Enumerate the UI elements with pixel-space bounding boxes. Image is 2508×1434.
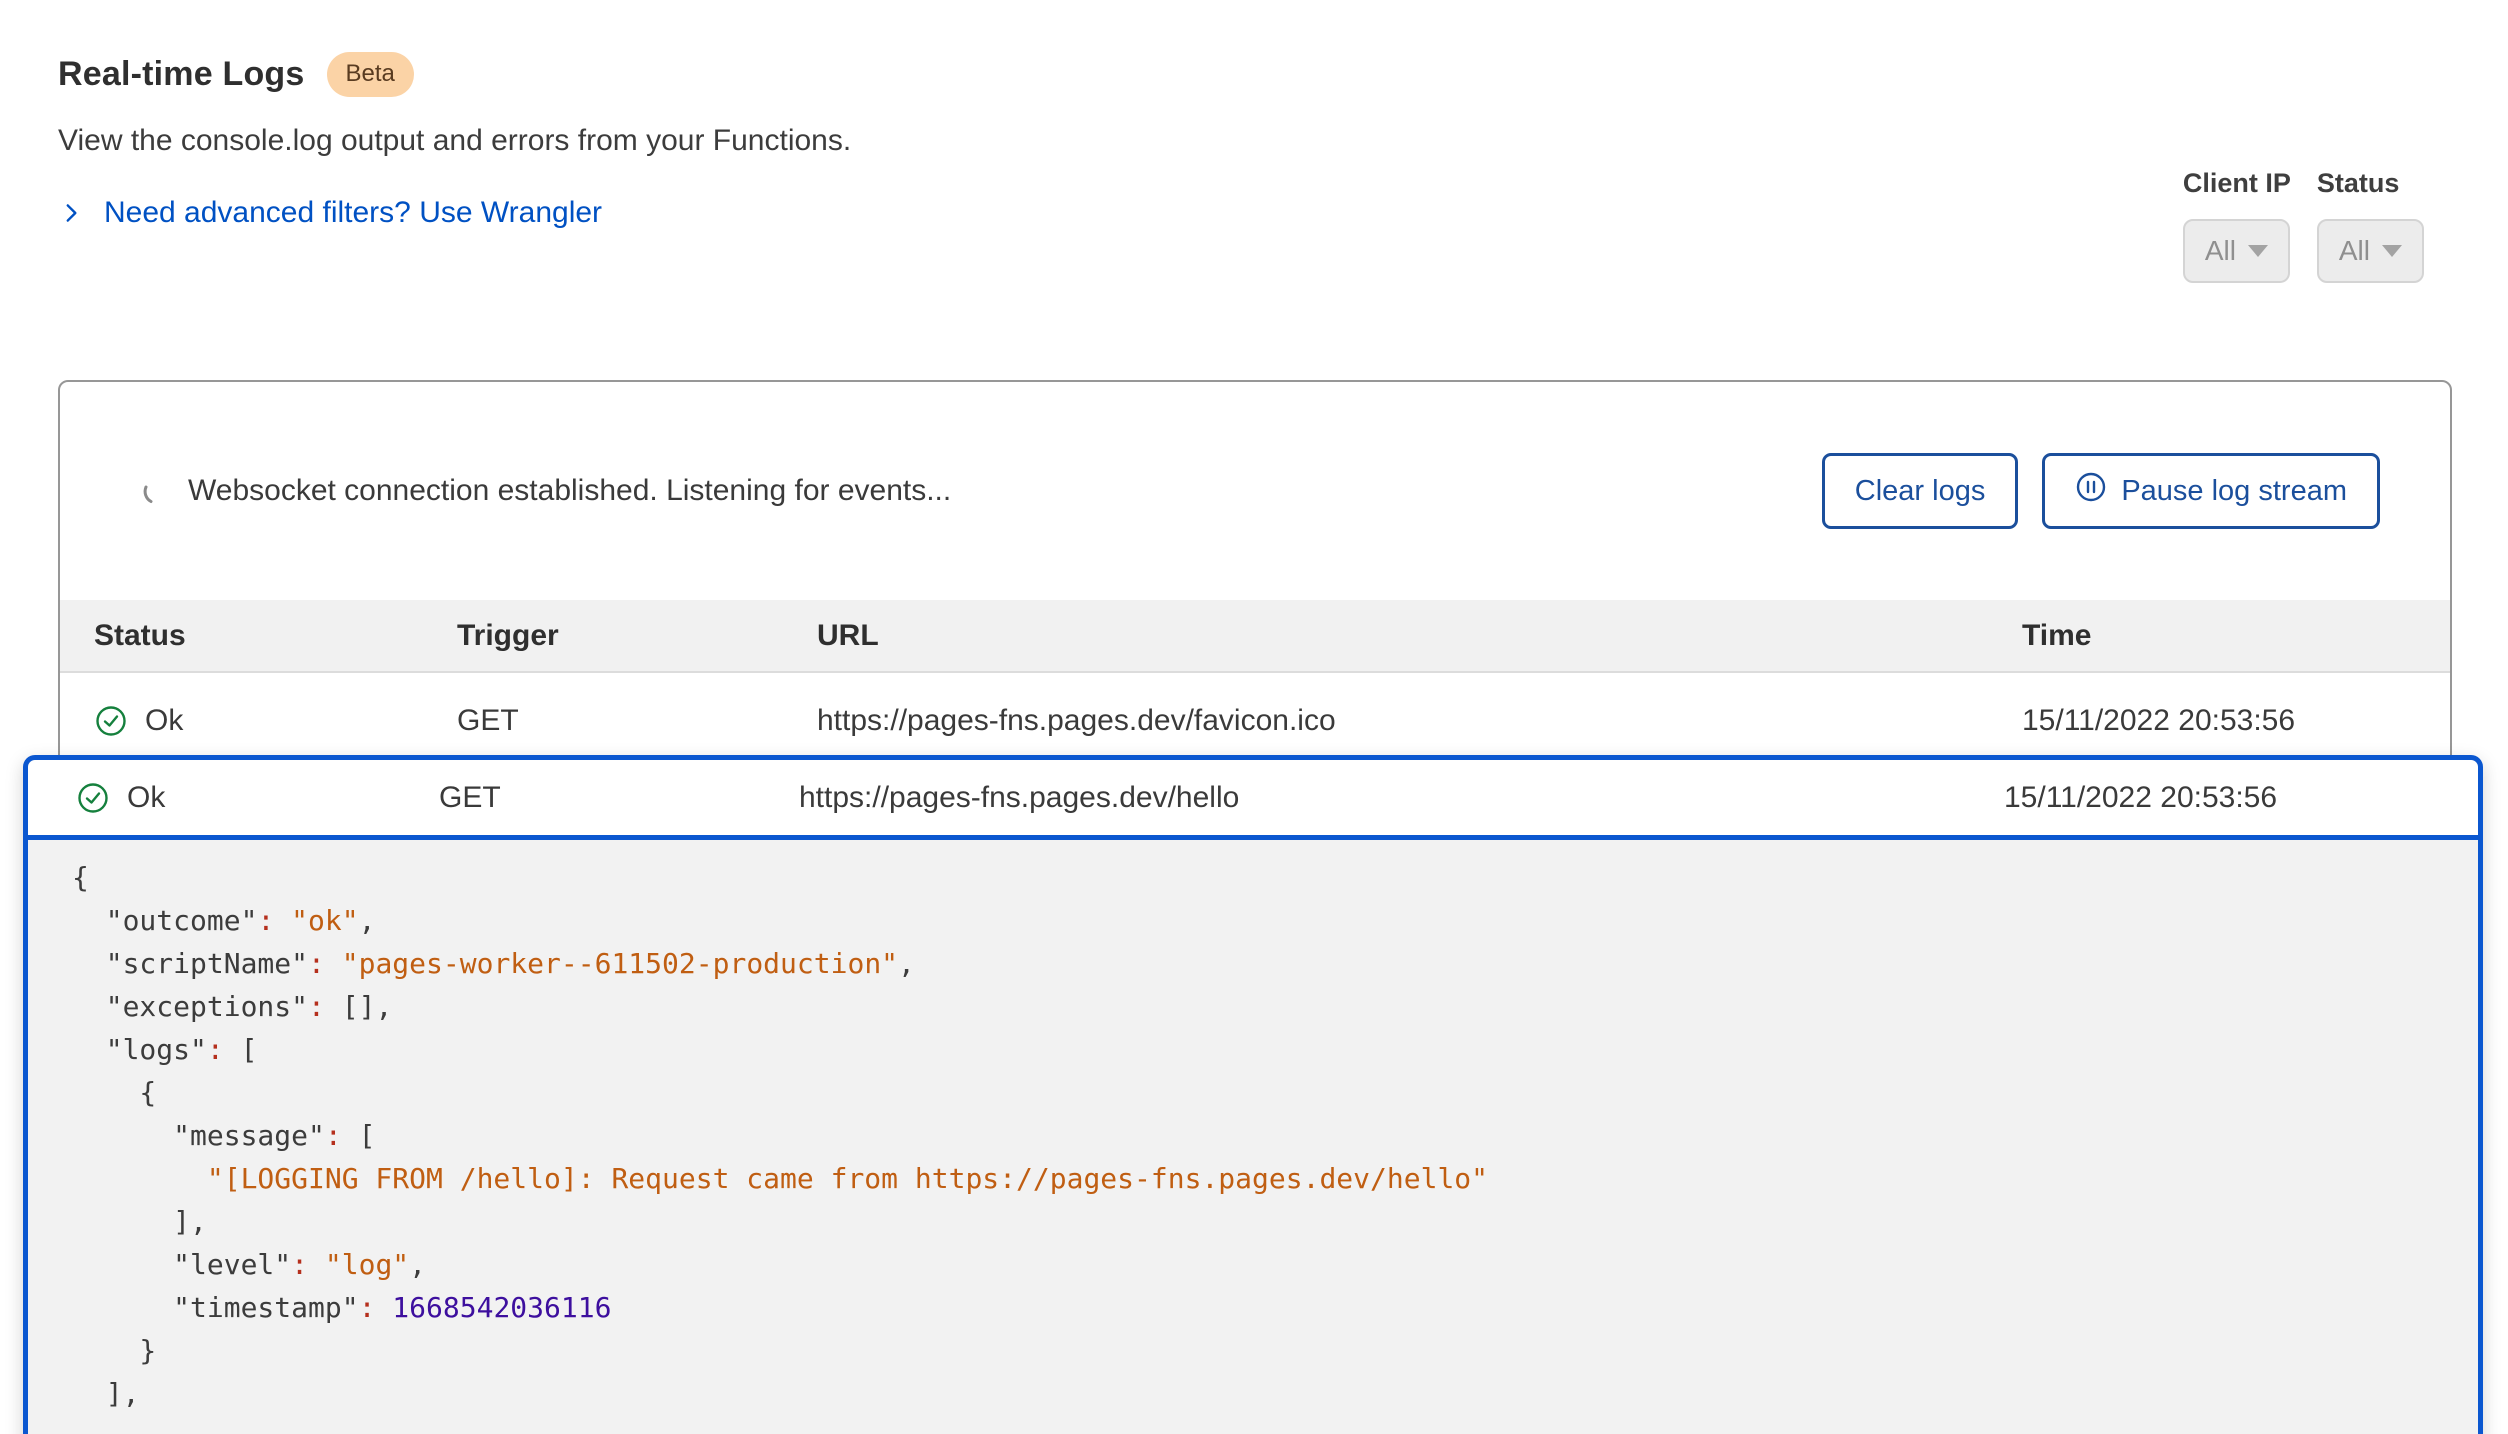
column-header-status: Status <box>94 619 457 653</box>
page-title: Real-time Logs <box>58 55 305 94</box>
client-ip-filter-group: Client IP All <box>2183 168 2291 283</box>
column-header-time: Time <box>2022 619 2450 653</box>
row-trigger: GET <box>439 781 799 815</box>
status-filter-label: Status <box>2317 168 2400 199</box>
clear-logs-label: Clear logs <box>1855 475 1986 508</box>
websocket-status: Websocket connection established. Listen… <box>142 474 951 508</box>
beta-badge: Beta <box>327 52 414 97</box>
log-json: { "outcome": "ok", "scriptName": "pages-… <box>28 840 2478 1415</box>
row-time: 15/11/2022 20:53:56 <box>2004 781 2478 815</box>
logs-panel: Websocket connection established. Listen… <box>58 380 2452 772</box>
row-url: https://pages-fns.pages.dev/hello <box>799 781 2004 815</box>
wrangler-link-label: Need advanced filters? Use Wrangler <box>104 196 602 230</box>
row-trigger: GET <box>457 704 817 738</box>
column-header-url: URL <box>817 619 2022 653</box>
row-time: 15/11/2022 20:53:56 <box>2022 704 2450 738</box>
success-check-icon <box>94 704 128 738</box>
filters: Client IP All Status All <box>2183 168 2424 283</box>
websocket-status-message: Websocket connection established. Listen… <box>188 474 951 508</box>
client-ip-filter-value: All <box>2205 235 2236 267</box>
expanded-table-row[interactable]: Ok GET https://pages-fns.pages.dev/hello… <box>28 760 2478 840</box>
realtime-logs-page: Real-time Logs Beta View the console.log… <box>0 0 2508 1434</box>
chevron-right-icon <box>58 200 84 226</box>
row-status: Ok <box>145 704 183 738</box>
clear-logs-button[interactable]: Clear logs <box>1822 453 2019 529</box>
pause-icon <box>2075 471 2107 511</box>
status-filter-dropdown[interactable]: All <box>2317 219 2424 283</box>
client-ip-filter-label: Client IP <box>2183 168 2291 199</box>
expanded-log-entry: Ok GET https://pages-fns.pages.dev/hello… <box>23 755 2483 1434</box>
success-check-icon <box>76 781 110 815</box>
client-ip-filter-dropdown[interactable]: All <box>2183 219 2290 283</box>
chevron-down-icon <box>2248 245 2268 257</box>
row-url: https://pages-fns.pages.dev/favicon.ico <box>817 704 2022 738</box>
page-header: Real-time Logs Beta View the console.log… <box>58 52 851 230</box>
pause-log-stream-button[interactable]: Pause log stream <box>2042 453 2380 529</box>
column-header-trigger: Trigger <box>457 619 817 653</box>
row-status: Ok <box>127 781 165 815</box>
toolbar-buttons: Clear logs Pause log stream <box>1822 453 2380 529</box>
wrangler-link[interactable]: Need advanced filters? Use Wrangler <box>58 196 851 230</box>
spinner-icon <box>142 477 170 505</box>
page-subtitle: View the console.log output and errors f… <box>58 124 851 158</box>
status-filter-group: Status All <box>2317 168 2424 283</box>
chevron-down-icon <box>2382 245 2402 257</box>
status-filter-value: All <box>2339 235 2370 267</box>
table-header: Status Trigger URL Time <box>60 600 2450 673</box>
logs-toolbar: Websocket connection established. Listen… <box>60 382 2450 600</box>
table-row[interactable]: Ok GET https://pages-fns.pages.dev/favic… <box>60 673 2450 768</box>
pause-log-stream-label: Pause log stream <box>2121 475 2347 508</box>
